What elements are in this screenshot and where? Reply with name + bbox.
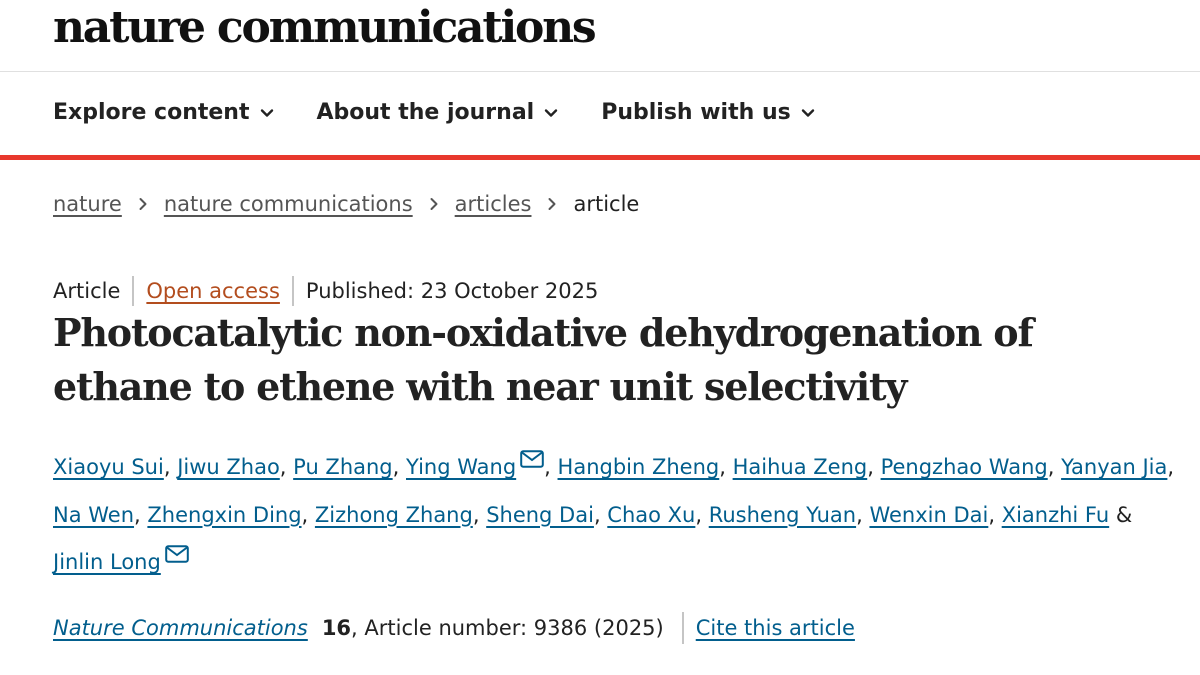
author-link[interactable]: Xiaoyu Sui [53, 455, 164, 479]
journal-link[interactable]: Nature Communications [53, 616, 308, 640]
chevron-down-icon [801, 108, 814, 117]
article-meta: Article Open access Published: 23 Octobe… [53, 276, 598, 306]
authors-ampersand: & [1115, 502, 1133, 527]
chevron-down-icon [260, 108, 273, 117]
breadcrumb-link-articles[interactable]: articles [455, 192, 532, 216]
cite-this-article-link[interactable]: Cite this article [696, 616, 855, 640]
meta-divider [291, 276, 294, 306]
breadcrumb-link-nature-communications[interactable]: nature communications [164, 192, 413, 216]
breadcrumb-current: article [573, 192, 640, 216]
author-link[interactable]: Haihua Zeng [733, 455, 868, 479]
email-icon[interactable] [165, 545, 189, 563]
accent-bar [0, 155, 1200, 160]
open-access-link[interactable]: Open access [146, 279, 280, 303]
nav-explore-content[interactable]: Explore content [53, 100, 275, 125]
article-type: Article [53, 279, 121, 303]
citation-line: Nature Communications 16 , Article numbe… [53, 612, 855, 644]
journal-logo[interactable]: nature communications [53, 2, 597, 53]
masthead: nature communications [0, 0, 1200, 72]
meta-divider [132, 276, 135, 306]
chevron-right-icon [430, 198, 438, 210]
author-link[interactable]: Pu Zhang [293, 455, 392, 479]
author-link[interactable]: Yanyan Jia [1061, 455, 1167, 479]
author-link[interactable]: Ying Wang [406, 455, 516, 479]
breadcrumb: nature nature communications articles ar… [53, 192, 639, 216]
published-date: Published: 23 October 2025 [305, 279, 599, 303]
article-title: Photocatalytic non-oxidative dehydrogena… [53, 310, 1034, 409]
author-link[interactable]: Zizhong Zhang [315, 503, 473, 527]
author-link[interactable]: Zhengxin Ding [147, 503, 301, 527]
citation-divider [681, 612, 684, 644]
author-link[interactable]: Hangbin Zheng [558, 455, 720, 479]
nav-label: Publish with us [601, 100, 791, 125]
nav-publish-with-us[interactable]: Publish with us [601, 100, 816, 125]
chevron-right-icon [139, 198, 147, 210]
author-link[interactable]: Jiwu Zhao [177, 455, 280, 479]
author-link[interactable]: Wenxin Dai [869, 503, 988, 527]
breadcrumb-link-nature[interactable]: nature [53, 192, 122, 216]
nav-about-journal[interactable]: About the journal [317, 100, 560, 125]
author-link[interactable]: Chao Xu [607, 503, 695, 527]
author-link[interactable]: Xianzhi Fu [1002, 503, 1109, 527]
author-link[interactable]: Na Wen [53, 503, 134, 527]
nav-label: Explore content [53, 100, 250, 125]
author-list: Xiaoyu Sui, Jiwu Zhao, Pu Zhang, Ying Wa… [53, 444, 1183, 587]
chevron-down-icon [545, 108, 558, 117]
author-link[interactable]: Pengzhao Wang [881, 455, 1048, 479]
article-number: , Article number: 9386 (2025) [351, 616, 664, 640]
nav-label: About the journal [316, 100, 535, 125]
author-link[interactable]: Rusheng Yuan [709, 503, 856, 527]
volume-number: 16 [321, 616, 352, 640]
main-nav: Explore content About the journal Publis… [0, 72, 1200, 155]
email-icon[interactable] [520, 450, 544, 468]
author-link[interactable]: Sheng Dai [486, 503, 594, 527]
chevron-right-icon [548, 198, 556, 210]
author-link[interactable]: Jinlin Long [53, 550, 161, 574]
